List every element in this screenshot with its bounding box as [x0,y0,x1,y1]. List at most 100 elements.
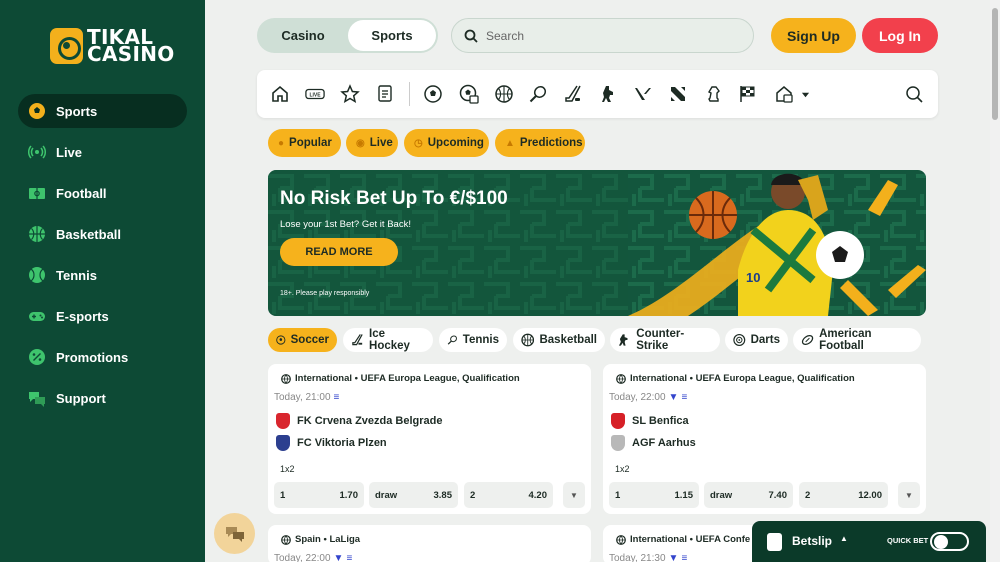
sidebar-item-basketball[interactable]: Basketball [18,217,187,251]
sidebar-item-support[interactable]: Support [18,381,187,415]
promo-banner[interactable]: 10 No Risk Bet Up To €/$100 Lose your 1s… [268,170,926,316]
tab-american-football[interactable]: American Football [793,328,921,352]
search-bar[interactable] [451,18,754,53]
filter-popular[interactable]: ● Popular [268,129,341,157]
read-more-button[interactable]: READ MORE [280,238,398,266]
live-signal-icon: ◉ [356,137,365,149]
team-crest-icon [276,435,290,451]
quick-bet-label: QUICK BET [887,536,929,545]
match-card: International • UEFA Europa League, Qual… [268,364,591,514]
odd-label: 2 [805,489,811,501]
hockey-icon[interactable] [562,83,584,105]
filter-upcoming[interactable]: ◷ Upcoming [404,129,489,157]
quick-bet-toggle[interactable] [930,532,969,551]
betslip-list-icon[interactable] [374,83,396,105]
tennis-icon [447,335,457,345]
league-name: International • UEFA Europa League, Qual… [630,373,855,384]
soccer-icon[interactable] [422,83,444,105]
live-tv-icon[interactable]: LIVE [304,83,326,105]
racing-flag-icon[interactable] [737,83,759,105]
odd-button-home[interactable]: 1 1.70 [274,482,364,508]
team-name: AGF Aarhus [632,437,696,449]
tab-counter-strike[interactable]: Counter-Strike [610,328,720,352]
soccer-icon [276,335,286,345]
fire-icon: ● [278,137,285,149]
chess-icon[interactable] [702,83,724,105]
tennis-icon[interactable] [527,83,549,105]
filter-label: Upcoming [427,137,484,149]
home-team[interactable]: SL Benfica [611,413,689,429]
odd-button-draw[interactable]: draw 3.85 [369,482,458,508]
scrollbar-thumb[interactable] [992,8,998,120]
sidebar-item-football[interactable]: Football [18,176,187,210]
globe-icon [616,534,626,545]
away-team[interactable]: FC Viktoria Plzen [276,435,387,451]
svg-text:LIVE: LIVE [309,92,321,98]
casino-sports-toggle: Casino Sports [257,18,438,53]
log-in-button[interactable]: Log In [862,18,938,53]
odd-value: 7.40 [768,489,788,501]
logo[interactable]: TIKAL CASINO [50,27,175,66]
counter-strike-icon[interactable] [597,83,619,105]
sidebar-item-tennis[interactable]: Tennis [18,258,187,292]
more-markets-chevron-icon[interactable]: ▼ [563,482,585,508]
odd-label: draw [710,489,733,501]
sidebar-item-label: E-sports [56,308,109,324]
filter-label: Predictions [519,137,583,149]
darts-icon [733,334,746,346]
match-time: Today, 22:00 [274,553,331,562]
chat-button[interactable] [214,513,255,554]
sidebar-nav: Sports Live Football Basketball Tennis E… [18,94,187,422]
sign-up-button[interactable]: Sign Up [771,18,856,53]
away-team[interactable]: AGF Aarhus [611,435,696,451]
sports-tab[interactable]: Sports [348,20,436,51]
counter-strike-icon [618,334,628,346]
valorant-icon[interactable] [632,83,654,105]
filter-predictions[interactable]: ▲ Predictions [495,129,585,157]
sidebar-item-promotions[interactable]: Promotions [18,340,187,374]
tab-label: Basketball [539,334,597,346]
sidebar-item-label: Basketball [56,226,122,242]
basketball-icon[interactable] [493,83,515,105]
virtual-soccer-icon[interactable] [458,83,480,105]
american-football-icon [801,335,814,345]
more-sports-icon[interactable] [773,83,795,105]
tab-darts[interactable]: Darts [725,328,788,352]
sidebar-item-label: Support [56,390,106,406]
globe-icon [616,373,626,384]
match-time: Today, 21:00 [274,392,331,403]
sidebar-item-live[interactable]: Live [18,135,187,169]
tab-soccer[interactable]: Soccer [268,328,337,352]
search-input[interactable] [486,28,716,43]
filter-live[interactable]: ◉ Live [346,129,398,157]
home-icon[interactable] [269,83,291,105]
odd-button-away[interactable]: 2 4.20 [464,482,553,508]
betslip-label: Betslip [792,534,833,548]
home-team[interactable]: FK Crvena Zvezda Belgrade [276,413,443,429]
tab-tennis[interactable]: Tennis [439,328,507,352]
star-icon[interactable] [339,83,361,105]
tab-ice-hockey[interactable]: Ice Hockey [343,328,433,352]
match-card: International • UEFA Europa League, Qual… [603,364,926,514]
team-crest-icon [276,413,290,429]
percent-badge-icon [28,348,46,366]
search-icon[interactable] [903,83,925,105]
divider [409,82,410,106]
tab-label: Soccer [290,334,329,346]
odd-button-away[interactable]: 2 12.00 [799,482,888,508]
jersey-icon: ▼ [668,553,679,562]
odd-button-draw[interactable]: draw 7.40 [704,482,793,508]
sidebar-item-esports[interactable]: E-sports [18,299,187,333]
chat-bubbles-icon [225,526,244,542]
more-markets-chevron-icon[interactable]: ▼ [898,482,920,508]
caret-up-icon[interactable]: ▲ [840,534,848,543]
sidebar-item-sports[interactable]: Sports [18,94,187,128]
odd-label: 1 [615,489,621,501]
logo-line2: CASINO [87,42,175,66]
casino-tab[interactable]: Casino [259,20,347,51]
dropdown-caret-icon[interactable] [798,83,812,105]
tab-basketball[interactable]: Basketball [513,328,605,352]
betslip-bar[interactable]: Betslip ▲ QUICK BET [752,521,986,562]
dota-icon[interactable] [667,83,689,105]
odd-button-home[interactable]: 1 1.15 [609,482,699,508]
